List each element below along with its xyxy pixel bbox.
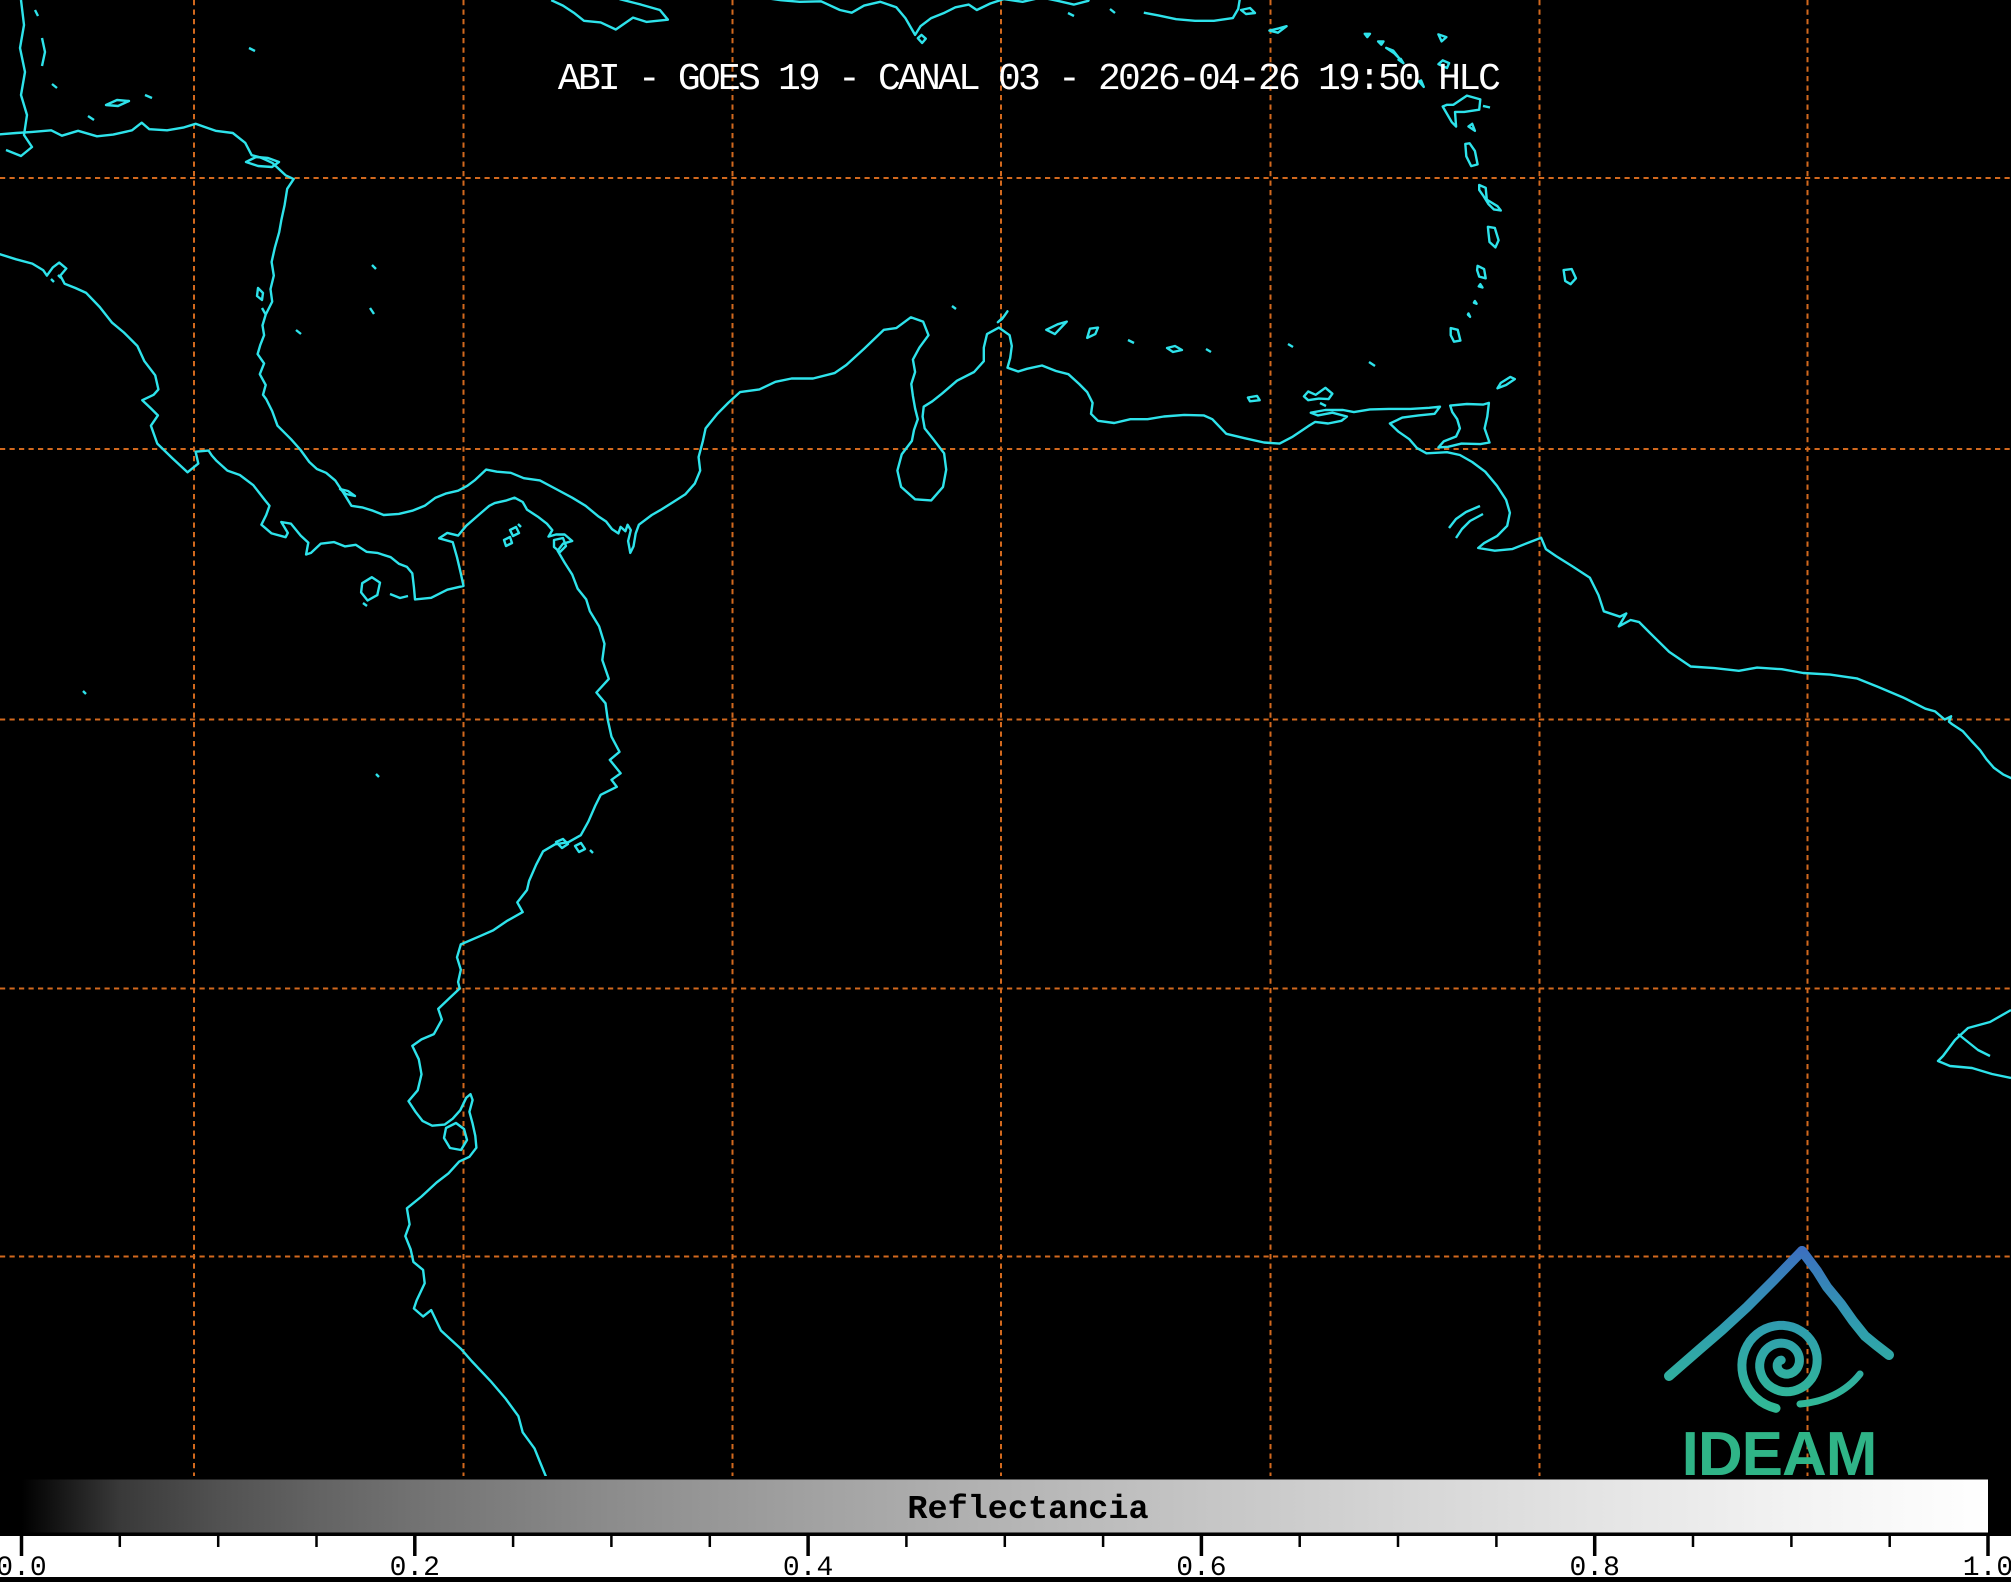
svg-text:Reflectancia: Reflectancia — [907, 1491, 1148, 1529]
svg-text:0.2: 0.2 — [390, 1553, 440, 1577]
svg-text:0.6: 0.6 — [1176, 1553, 1226, 1577]
svg-text:0.4: 0.4 — [783, 1553, 833, 1577]
svg-text:ABI - GOES 19 - CANAL 03 - 202: ABI - GOES 19 - CANAL 03 - 2026-04-26 19… — [558, 58, 1500, 101]
svg-text:0.8: 0.8 — [1569, 1553, 1619, 1577]
svg-text:1.0: 1.0 — [1963, 1553, 2011, 1577]
svg-text:0.0: 0.0 — [0, 1553, 47, 1577]
